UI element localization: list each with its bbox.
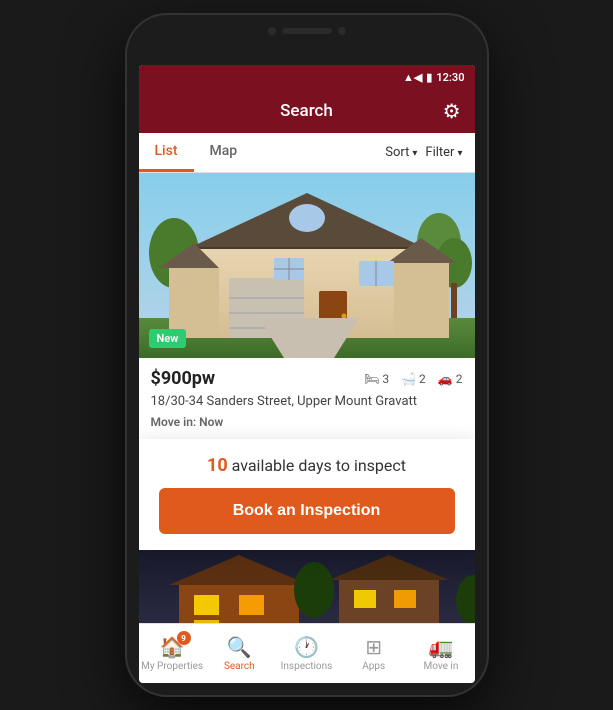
sort-chevron-icon <box>412 145 417 160</box>
front-camera <box>268 27 276 35</box>
phone-speaker <box>282 28 332 34</box>
move-in-icon: 🚛 <box>428 635 453 659</box>
inspection-popup: 10 available days to inspect Book an Ins… <box>139 439 475 550</box>
property-features: 🛏 3 🛁 2 🚗 2 <box>364 372 462 386</box>
property-address: 18/30-34 Sanders Street, Upper Mount Gra… <box>151 393 463 411</box>
beds-feature: 🛏 3 <box>364 372 389 386</box>
inspection-availability-text: 10 available days to inspect <box>159 455 455 476</box>
phone-device: ▲◀ ▮ 12:30 Search ⚙ List Map Sort <box>127 15 487 695</box>
bath-icon: 🛁 <box>401 372 416 386</box>
parking-count: 2 <box>456 372 463 386</box>
property-image-2 <box>139 550 475 623</box>
nav-item-my-properties[interactable]: 🏠 9 My Properties <box>139 635 206 672</box>
apps-icon: ⊞ <box>365 635 382 659</box>
baths-feature: 🛁 2 <box>401 372 426 386</box>
app-header: Search ⚙ <box>139 89 475 133</box>
tab-map[interactable]: Map <box>194 133 254 172</box>
app-title: Search <box>280 101 333 121</box>
inspection-description: available days to inspect <box>232 456 406 475</box>
property-movein: Move in: Now <box>151 415 463 429</box>
nav-label-search: Search <box>224 661 255 672</box>
property-image-1: New <box>139 173 475 358</box>
battery-icon: ▮ <box>426 71 432 84</box>
search-nav-icon: 🔍 <box>227 635 252 659</box>
home-icon: 🏠 9 <box>160 635 185 659</box>
nav-label-my-properties: My Properties <box>141 661 203 672</box>
signal-icon: ▲◀ <box>403 71 422 84</box>
nav-item-apps[interactable]: ⊞ Apps <box>340 635 407 672</box>
status-bar: ▲◀ ▮ 12:30 <box>139 65 475 89</box>
nav-item-move-in[interactable]: 🚛 Move in <box>407 635 474 672</box>
book-inspection-button[interactable]: Book an Inspection <box>159 488 455 534</box>
price-row: $900pw 🛏 3 🛁 2 🚗 <box>151 368 463 389</box>
view-tabs-bar: List Map Sort Filter <box>139 133 475 173</box>
inspections-icon: 🕐 <box>294 635 319 659</box>
content-area: New $900pw 🛏 3 🛁 2 <box>139 173 475 623</box>
time-display: 12:30 <box>436 71 464 84</box>
bottom-nav: 🏠 9 My Properties 🔍 Search 🕐 Inspections… <box>139 623 475 683</box>
nav-item-inspections[interactable]: 🕐 Inspections <box>273 635 340 672</box>
tab-list[interactable]: List <box>139 133 194 172</box>
parking-icon: 🚗 <box>438 372 453 386</box>
front-sensor <box>338 27 346 35</box>
status-bar-icons: ▲◀ ▮ 12:30 <box>403 71 465 84</box>
filter-chevron-icon <box>457 145 462 160</box>
settings-icon[interactable]: ⚙ <box>443 99 461 123</box>
nav-label-apps: Apps <box>362 661 385 672</box>
property-details-1: $900pw 🛏 3 🛁 2 🚗 <box>139 358 475 439</box>
property-price: $900pw <box>151 368 216 389</box>
parking-feature: 🚗 2 <box>438 372 463 386</box>
sort-filter-controls: Sort Filter <box>385 145 474 160</box>
property-card-1[interactable]: New $900pw 🛏 3 🛁 2 <box>139 173 475 439</box>
baths-count: 2 <box>419 372 426 386</box>
phone-screen: ▲◀ ▮ 12:30 Search ⚙ List Map Sort <box>139 65 475 683</box>
new-badge: New <box>149 329 187 348</box>
nav-label-inspections: Inspections <box>281 661 333 672</box>
properties-badge: 9 <box>177 631 191 645</box>
inspection-count: 10 <box>207 455 228 476</box>
filter-button[interactable]: Filter <box>425 145 462 160</box>
nav-label-move-in: Move in <box>423 661 458 672</box>
bed-icon: 🛏 <box>364 372 379 386</box>
phone-top-bar <box>268 27 346 35</box>
sort-button[interactable]: Sort <box>385 145 417 160</box>
nav-item-search[interactable]: 🔍 Search <box>206 635 273 672</box>
beds-count: 3 <box>382 372 389 386</box>
